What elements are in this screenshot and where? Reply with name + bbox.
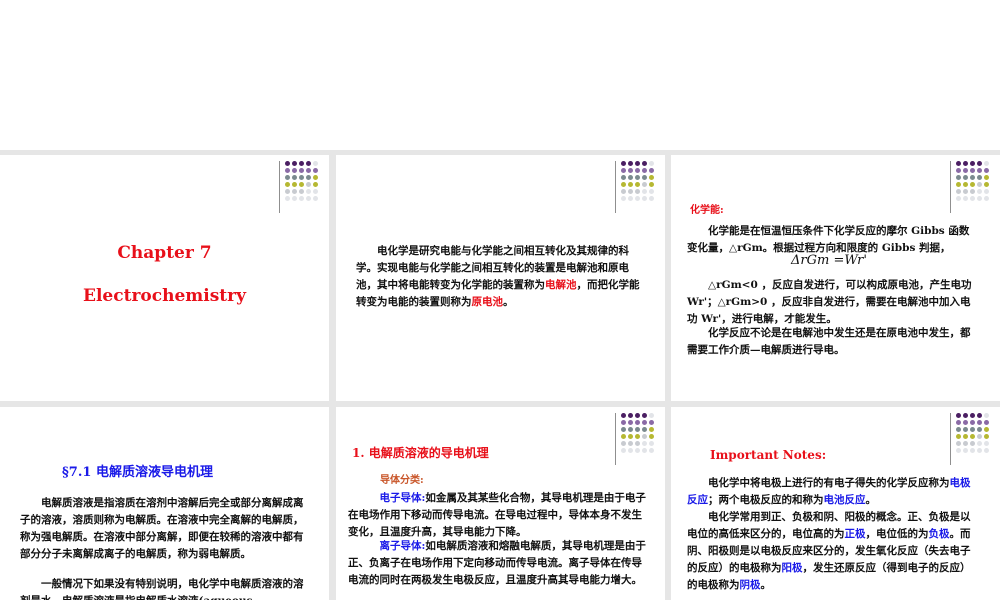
electrode-reaction-paragraph: 电化学中将电极上进行的有电子得失的化学反应称为电极反应；两个电极反应的和称为电池… xyxy=(687,477,971,506)
section-heading: Important Notes: xyxy=(710,448,827,462)
term-electronic-conductor: 电子导体: xyxy=(379,492,426,504)
blank-top-area xyxy=(0,0,1000,150)
slide-thumbnail-6[interactable]: Important Notes: 电化学中将电极上进行的有电子得失的化学反应称为… xyxy=(671,407,1000,600)
ionic-conductor-paragraph: 离子导体:如电解质溶液和熔融电解质，其导电机理是由于正、负离子在电场作用下定向移… xyxy=(348,540,646,586)
term-ionic-conductor: 离子导体: xyxy=(379,540,426,552)
dot-grid-decoration xyxy=(950,161,992,213)
solvent-note: 一般情况下如果没有特别说明，电化学中电解质溶液的溶剂是水，电解质溶液是指电解质水… xyxy=(20,578,304,600)
dot-grid-decoration xyxy=(615,413,657,465)
conductor-types-label: 导体分类: xyxy=(380,475,424,486)
slide-thumbnail-5[interactable]: 1. 电解质溶液的导电机理 导体分类: 电子导体:如金属及其某些化合物，其导电机… xyxy=(336,407,665,600)
section-heading: §7.1 电解质溶液导电机理 xyxy=(62,465,213,480)
medium-paragraph: 化学反应不论是在电解池中发生还是在原电池中发生，都需要工作介质—电解质进行导电。 xyxy=(687,327,971,356)
gibbs-paragraph: 化学能是在恒温恒压条件下化学反应的摩尔 Gibbs 函数变化量，△rGm。根据过… xyxy=(687,225,970,254)
highlight-galvanic-cell: 原电池 xyxy=(471,296,504,308)
slide-thumbnail-1[interactable]: Chapter 7 Electrochemistry xyxy=(0,155,329,401)
intro-paragraph: 电化学是研究电能与化学能之间相互转化及其规律的科学。实现电能与化学能之间相互转化… xyxy=(356,245,640,308)
highlight-electrolytic-cell: 电解池 xyxy=(545,279,577,291)
chapter-title: Chapter 7 xyxy=(117,243,212,263)
electrolyte-definition: 电解质溶液是指溶质在溶剂中溶解后完全或部分离解成离子的溶液，溶质则称为电解质。在… xyxy=(20,497,304,560)
slide-thumbnail-4[interactable]: §7.1 电解质溶液导电机理 电解质溶液是指溶质在溶剂中溶解后完全或部分离解成离… xyxy=(0,407,329,600)
electrode-naming-paragraph: 电化学常用到正、负极和阴、阳极的概念。正、负极是以电位的高低来区分的，电位高的为… xyxy=(687,511,971,591)
section-label: 化学能: xyxy=(690,205,724,216)
dot-grid-decoration xyxy=(615,161,657,213)
dot-grid-decoration xyxy=(950,413,992,465)
slide-thumbnail-3[interactable]: 化学能: 化学能是在恒温恒压条件下化学反应的摩尔 Gibbs 函数变化量，△rG… xyxy=(671,155,1000,401)
dot-grid-decoration xyxy=(279,161,321,213)
slide-thumbnail-2[interactable]: 电化学是研究电能与化学能之间相互转化及其规律的科学。实现电能与化学能之间相互转化… xyxy=(336,155,665,401)
section-heading: 1. 电解质溶液的导电机理 xyxy=(352,446,489,460)
chapter-subtitle: Electrochemistry xyxy=(83,286,246,306)
electronic-conductor-paragraph: 电子导体:如金属及其某些化合物，其导电机理是由于电子在电场作用下移动而传导电流。… xyxy=(348,492,646,538)
criteria-paragraph: △rGm<0 ，反应自发进行，可以构成原电池，产生电功 Wr'；△rGm>0 ，… xyxy=(687,279,972,325)
gibbs-formula: ΔrGm =Wr' xyxy=(791,253,867,268)
